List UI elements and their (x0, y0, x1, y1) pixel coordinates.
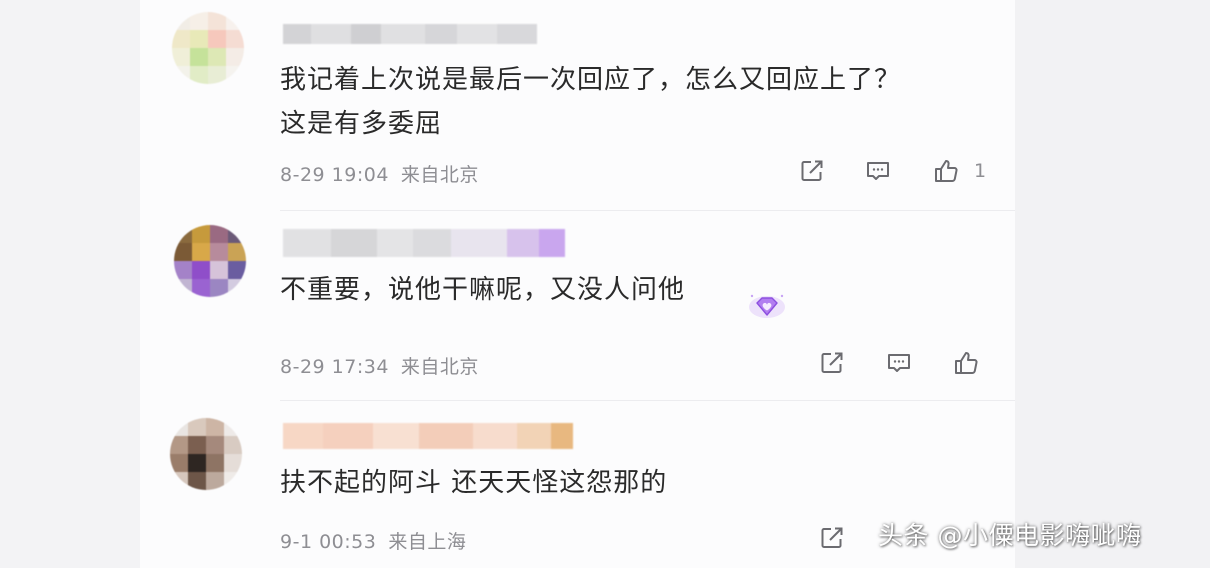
location: 来自上海 (388, 531, 467, 553)
username-blurred[interactable] (283, 423, 573, 449)
divider (280, 400, 1130, 401)
comment-meta: 9-1 00:53 来自上海 (280, 527, 466, 554)
like-button[interactable] (930, 155, 962, 187)
thumbs-up-icon (955, 352, 978, 374)
comment-text-line: 我记着上次说是最后一次回应了，怎么又回应上了？ (280, 65, 902, 95)
timestamp: 8-29 19:04 (280, 164, 389, 186)
share-icon (821, 527, 843, 548)
avatar[interactable] (172, 12, 244, 84)
comment-text: 扶不起的阿斗 还天天怪这怨那的 (280, 461, 667, 505)
reply-button[interactable] (862, 155, 894, 187)
comment-screenshot: 我记着上次说是最后一次回应了，怎么又回应上了？ 这是有多委屈 8-29 19:0… (0, 0, 1210, 568)
comment-icon (867, 162, 889, 180)
comment-text-line: 扶不起的阿斗 还天天怪这怨那的 (280, 468, 668, 498)
comment-text: 我记着上次说是最后一次回应了，怎么又回应上了？ 这是有多委屈 (280, 58, 901, 146)
share-button[interactable] (816, 347, 848, 379)
divider (280, 210, 1130, 211)
share-button[interactable] (816, 522, 848, 554)
share-icon (821, 352, 843, 373)
reply-button[interactable] (883, 347, 915, 379)
comments-panel: 我记着上次说是最后一次回应了，怎么又回应上了？ 这是有多委屈 8-29 19:0… (140, 0, 1130, 568)
comment-meta: 8-29 17:34 来自北京 (280, 352, 479, 379)
location: 来自北京 (400, 356, 479, 378)
watermark: 头条 @小僳电影嗨呲嗨 (878, 521, 1142, 550)
comment-text-line: 这是有多委屈 (280, 109, 443, 139)
timestamp: 8-29 17:34 (280, 356, 389, 378)
like-count: 1 (974, 160, 987, 182)
avatar[interactable] (174, 225, 246, 297)
comment-icon (888, 354, 910, 372)
share-button[interactable] (796, 155, 828, 187)
username-blurred[interactable] (283, 24, 537, 44)
right-margin (1015, 0, 1210, 568)
avatar[interactable] (170, 418, 242, 490)
comment-text: 不重要，说他干嘛呢，又没人问他 (280, 268, 685, 312)
thumbs-up-icon (935, 160, 958, 182)
comment-text-line: 不重要，说他干嘛呢，又没人问他 (280, 275, 686, 305)
username-blurred[interactable] (283, 229, 565, 257)
purple-diamond-heart-icon (749, 294, 785, 318)
timestamp: 9-1 00:53 (280, 531, 377, 553)
comment-meta: 8-29 19:04 来自北京 (280, 160, 479, 187)
share-icon (801, 160, 823, 181)
like-button[interactable] (950, 347, 982, 379)
location: 来自北京 (400, 164, 479, 186)
